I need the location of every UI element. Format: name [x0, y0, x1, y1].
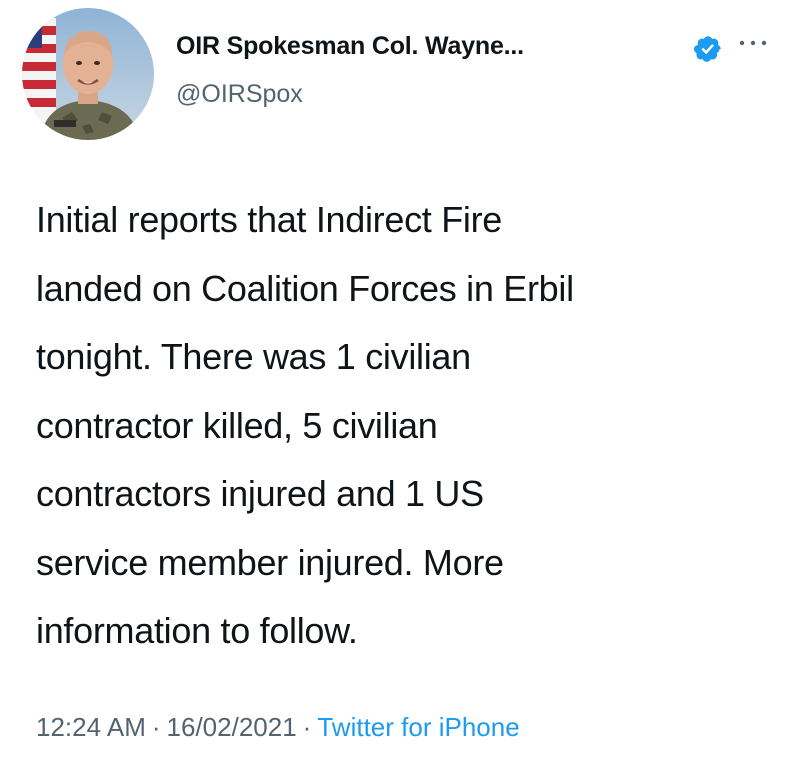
- tweet-text-line: contractors injured and 1 US: [36, 473, 484, 514]
- tweet-text-line: service member injured. More: [36, 541, 504, 583]
- verified-badge-icon: [693, 36, 721, 62]
- tweet-text-line: information to follow.: [36, 610, 358, 651]
- author-handle[interactable]: @OIRSpox: [176, 80, 303, 109]
- tweet-text-line: tonight. There was 1 civilian: [36, 336, 471, 377]
- more-options-icon[interactable]: [738, 36, 768, 50]
- tweet-card: OIR Spokesman Col. Wayne... @OIRSpox Ini…: [0, 0, 800, 765]
- tweet-text-line: Initial reports that Indirect Fire: [36, 199, 502, 240]
- tweet-text: Initial reports that Indirect Fire lande…: [36, 186, 776, 666]
- name-row: OIR Spokesman Col. Wayne...: [176, 32, 524, 61]
- tweet-text-line: contractor killed, 5 civilian: [36, 404, 438, 446]
- avatar-image: [22, 8, 154, 140]
- meta-separator: ·: [151, 712, 161, 742]
- tweet-text-line: landed on Coalition Forces in Erbil: [36, 267, 574, 309]
- avatar[interactable]: [22, 8, 154, 140]
- tweet-date[interactable]: 16/02/2021: [167, 712, 297, 742]
- tweet-meta: 12:24 AM · 16/02/2021 · Twitter for iPhone: [36, 712, 520, 743]
- tweet-source-link[interactable]: Twitter for iPhone: [317, 712, 519, 742]
- author-display-name[interactable]: OIR Spokesman Col. Wayne...: [176, 32, 524, 61]
- tweet-time[interactable]: 12:24 AM: [36, 712, 146, 742]
- meta-separator: ·: [302, 712, 312, 742]
